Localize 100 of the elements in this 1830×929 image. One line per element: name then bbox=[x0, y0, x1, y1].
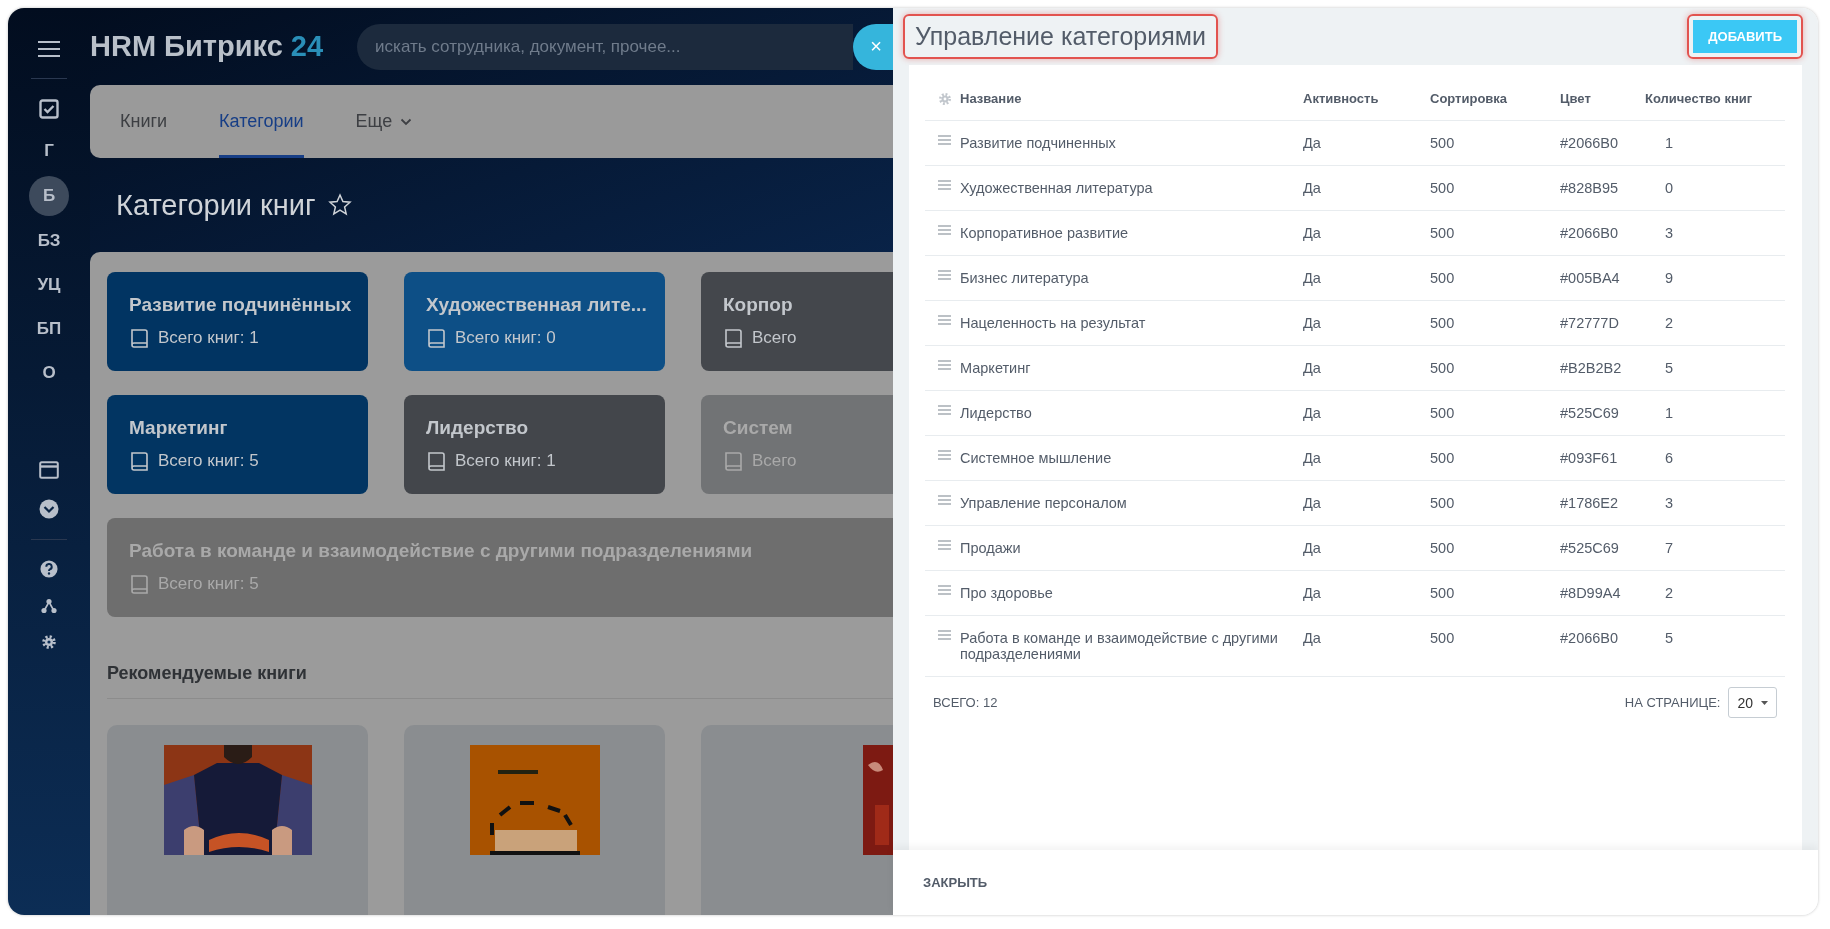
card-title: Развитие подчинённых bbox=[129, 294, 353, 316]
search-field[interactable]: искать сотрудника, документ, прочее... bbox=[357, 23, 853, 70]
table-cell-text: 2 bbox=[1664, 314, 1675, 333]
tab[interactable]: Еще bbox=[355, 85, 413, 158]
sidebar-item[interactable]: Г bbox=[31, 132, 67, 170]
card-title: Лидерство bbox=[426, 417, 530, 439]
table-cell-text: Бизнес литература bbox=[960, 269, 1090, 288]
column-header[interactable]: Цвет bbox=[1560, 77, 1645, 120]
book-icon bbox=[426, 450, 447, 472]
table-cell-text: Управление персоналом bbox=[960, 494, 1128, 513]
table-cell-text: Да bbox=[1303, 134, 1322, 153]
drag-handle-icon[interactable] bbox=[938, 360, 951, 370]
category-card[interactable]: Корпор Всего bbox=[701, 272, 893, 371]
table-cell-text: 500 bbox=[1430, 539, 1456, 558]
table-cell-text: 6 bbox=[1664, 449, 1675, 468]
drag-handle-icon[interactable] bbox=[938, 135, 951, 145]
table-cell-text: #093F61 bbox=[1560, 449, 1619, 468]
table-cell-text: #1786E2 bbox=[1560, 494, 1620, 513]
table-cell-text: 7 bbox=[1664, 539, 1675, 558]
table-cell-text: 500 bbox=[1430, 404, 1456, 423]
table-cell-text: Лидерство bbox=[960, 404, 1033, 423]
table-cell-text: #525C69 bbox=[1560, 539, 1620, 558]
settings-icon[interactable] bbox=[41, 634, 57, 650]
book-count: Всего книг: 1 bbox=[158, 328, 259, 348]
network-icon[interactable] bbox=[41, 598, 57, 614]
book-card[interactable] bbox=[107, 725, 368, 915]
table-cell-text: Да bbox=[1303, 359, 1322, 378]
drag-handle-icon[interactable] bbox=[938, 585, 951, 595]
drag-handle-icon[interactable] bbox=[938, 270, 951, 280]
table-cell-text: 1 bbox=[1664, 134, 1675, 153]
section-title: Рекомендуемые книги bbox=[107, 663, 893, 699]
column-header[interactable]: Название bbox=[960, 77, 1303, 120]
table-cell-text: #72777D bbox=[1560, 314, 1620, 333]
card-title: Корпор bbox=[723, 294, 794, 316]
help-icon[interactable] bbox=[40, 560, 58, 578]
column-header[interactable]: Количество книг bbox=[1645, 77, 1785, 120]
chevron-circle-icon[interactable] bbox=[39, 499, 59, 519]
table-cell-text: 3 bbox=[1664, 494, 1675, 513]
table-cell-text: Системное мышление bbox=[960, 449, 1113, 468]
sidebar-item[interactable]: БЗ bbox=[31, 222, 67, 260]
table-cell-text: 9 bbox=[1664, 269, 1675, 288]
card-title: Маркетинг bbox=[129, 417, 229, 439]
table-cell-text: Маркетинг bbox=[960, 359, 1032, 378]
sidebar-item[interactable]: Б bbox=[29, 176, 69, 216]
drag-handle-icon[interactable] bbox=[938, 225, 951, 235]
table-cell-text: Нацеленность на результат bbox=[960, 314, 1147, 333]
table-cell-text: 5 bbox=[1664, 359, 1675, 378]
table-cell-text: 500 bbox=[1430, 134, 1456, 153]
chevron-down-icon bbox=[400, 117, 413, 126]
table-cell-text: Да bbox=[1303, 404, 1322, 423]
app-logo[interactable]: HRM Битрикс 24 bbox=[90, 30, 324, 63]
table-cell-text: Да bbox=[1303, 584, 1322, 603]
table-cell-text: Продажи bbox=[960, 539, 1022, 558]
table-cell-text: 500 bbox=[1430, 359, 1456, 378]
tab[interactable]: Категории bbox=[219, 85, 304, 158]
book-icon bbox=[723, 327, 744, 349]
drag-handle-icon[interactable] bbox=[938, 495, 951, 505]
card-title: Работа в команде и взаимодействие с другими подразделениями bbox=[129, 540, 754, 562]
sidebar-item[interactable]: БП bbox=[31, 310, 67, 348]
close-button[interactable]: ЗАКРЫТЬ bbox=[923, 875, 988, 890]
category-card[interactable]: Развитие подчинённых Всего книг: 1 bbox=[107, 272, 368, 371]
category-card[interactable]: Художественная лите... Всего книг: 0 bbox=[404, 272, 665, 371]
book-card[interactable] bbox=[701, 725, 893, 915]
table-cell-text: Да bbox=[1303, 224, 1322, 243]
table-cell-text: 500 bbox=[1430, 224, 1456, 243]
category-card[interactable]: Лидерство Всего книг: 1 bbox=[404, 395, 665, 494]
table-cell-text: Да bbox=[1303, 179, 1322, 198]
star-icon[interactable] bbox=[327, 193, 352, 217]
per-page-label: НА СТРАНИЦЕ: bbox=[1624, 695, 1721, 710]
book-icon bbox=[129, 573, 150, 595]
table-cell-text: Развитие подчиненных bbox=[960, 134, 1117, 153]
checkbox-icon[interactable] bbox=[39, 99, 59, 119]
column-header[interactable]: Активность bbox=[1303, 77, 1430, 120]
sidebar-item[interactable]: УЦ bbox=[31, 266, 67, 304]
drag-handle-icon[interactable] bbox=[938, 180, 951, 190]
column-header[interactable]: Сортировка bbox=[1430, 77, 1560, 120]
table-cell-text: 5 bbox=[1664, 629, 1675, 648]
menu-icon[interactable] bbox=[37, 40, 61, 58]
drag-handle-icon[interactable] bbox=[938, 315, 951, 325]
table-cell-text: 500 bbox=[1430, 629, 1456, 648]
category-card[interactable]: Маркетинг Всего книг: 5 bbox=[107, 395, 368, 494]
drag-handle-icon[interactable] bbox=[938, 405, 951, 415]
table-cell-text: Да bbox=[1303, 449, 1322, 468]
book-icon bbox=[426, 327, 447, 349]
table-cell-text: Художественная литература bbox=[960, 179, 1154, 198]
sidebar-item[interactable]: О bbox=[31, 354, 67, 392]
table-cell-text: Да bbox=[1303, 629, 1322, 648]
tab[interactable]: Книги bbox=[120, 85, 168, 158]
table-cell-text: 500 bbox=[1430, 179, 1456, 198]
book-count: Всего книг: 5 bbox=[158, 451, 259, 471]
window-icon[interactable] bbox=[39, 461, 59, 479]
table-cell-text: Да bbox=[1303, 314, 1322, 333]
drag-handle-icon[interactable] bbox=[938, 450, 951, 460]
caret-icon bbox=[1761, 700, 1768, 705]
drag-handle-icon[interactable] bbox=[938, 630, 951, 640]
table-cell-text: 2 bbox=[1664, 584, 1675, 603]
book-count: Всего книг: 5 bbox=[158, 574, 259, 594]
per-page-select[interactable]: 20 bbox=[1728, 687, 1777, 718]
drag-handle-icon[interactable] bbox=[938, 540, 951, 550]
table-cell-text: #2066B0 bbox=[1560, 629, 1620, 648]
